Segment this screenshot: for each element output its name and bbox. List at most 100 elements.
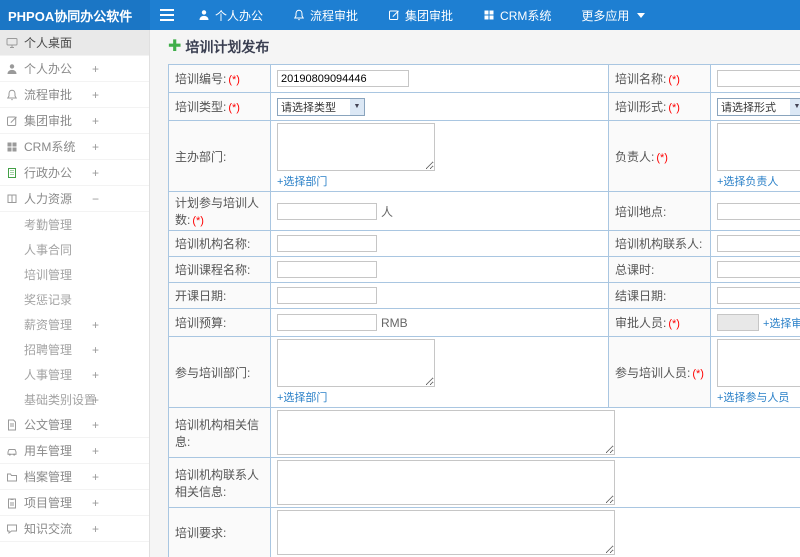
org-name-input[interactable] — [277, 235, 377, 252]
participating-members-textarea[interactable] — [717, 339, 800, 387]
sidebar-item-vehicle-management[interactable]: 用车管理 + — [0, 438, 149, 464]
topnav-more-apps[interactable]: 更多应用 — [581, 7, 646, 24]
select-department-link[interactable]: +选择部门 — [277, 392, 327, 404]
page-title-text: 培训计划发布 — [185, 39, 270, 55]
expand-plus-icon[interactable]: + — [92, 114, 99, 128]
sidebar-subitem-base-category[interactable]: 基础类别设置 + — [0, 387, 149, 412]
budget-input[interactable] — [277, 314, 377, 331]
topnav-process-approval[interactable]: 流程审批 — [293, 7, 358, 24]
form-row: 培训机构相关信息: — [168, 407, 800, 458]
expand-plus-icon[interactable]: + — [92, 418, 99, 432]
sidebar-subitem-recruitment[interactable]: 招聘管理 + — [0, 337, 149, 362]
form-row: 培训预算: RMB 审批人员:(*) +选择审批人员 — [168, 308, 800, 337]
sidebar-item-knowledge-exchange[interactable]: 知识交流 + — [0, 516, 149, 542]
sidebar-item-label: 培训管理 — [24, 268, 73, 282]
field-label: 培训形式: — [615, 100, 667, 114]
field-label: 审批人员: — [615, 316, 667, 330]
hamburger-menu-icon[interactable] — [150, 0, 184, 30]
total-hours-input[interactable] — [717, 261, 800, 278]
sidebar-subitem-training-management[interactable]: 培训管理 — [0, 262, 149, 287]
expand-plus-icon[interactable]: + — [92, 88, 99, 102]
field-cell — [270, 282, 609, 309]
label-cell: 培训编号: (*) — [168, 64, 271, 93]
collapse-minus-icon[interactable]: − — [92, 192, 99, 206]
topnav-label: 更多应用 — [581, 8, 630, 23]
select-leader-link[interactable]: +选择负责人 — [717, 176, 778, 188]
training-form-select[interactable]: 请选择形式 ▼ — [717, 97, 800, 116]
participant-count-input[interactable] — [277, 202, 377, 220]
sidebar-item-crm-system[interactable]: CRM系统 + — [0, 134, 149, 160]
approver-input[interactable] — [717, 314, 759, 331]
document-icon — [6, 419, 18, 431]
sidebar-item-label: 人事合同 — [24, 243, 73, 257]
training-type-select[interactable]: 请选择类型 ▼ — [277, 97, 365, 116]
host-department-textarea[interactable] — [277, 123, 435, 171]
sidebar-item-archive-management[interactable]: 档案管理 + — [0, 464, 149, 490]
field-cell: +选择负责人 — [710, 120, 800, 192]
label-cell: 培训课程名称: — [168, 256, 271, 283]
expand-plus-icon[interactable]: + — [92, 318, 99, 332]
org-info-textarea[interactable] — [277, 410, 615, 455]
form-row: 培训机构名称: 培训机构联系人: — [168, 230, 800, 257]
expand-plus-icon[interactable]: + — [92, 522, 99, 536]
sidebar-item-document-management[interactable]: 公文管理 + — [0, 412, 149, 438]
topnav-personal-office[interactable]: 个人办公 — [198, 7, 263, 24]
sidebar-subitem-reward-punishment[interactable]: 奖惩记录 — [0, 287, 149, 312]
sidebar-subitem-hr-contract[interactable]: 人事合同 — [0, 237, 149, 262]
sidebar-item-process-approval[interactable]: 流程审批 + — [0, 82, 149, 108]
expand-plus-icon[interactable]: + — [92, 368, 99, 382]
form-row: 主办部门: +选择部门 负责人: (*) +选择负责人 — [168, 120, 800, 192]
label-cell: 培训名称: (*) — [608, 64, 711, 93]
course-name-input[interactable] — [277, 261, 377, 278]
field-label: 参与培训部门: — [175, 365, 251, 380]
training-name-input[interactable] — [717, 70, 800, 87]
select-approver-link[interactable]: +选择审批人员 — [763, 315, 800, 331]
sidebar-subitem-salary-management[interactable]: 薪资管理 + — [0, 312, 149, 337]
sidebar-item-desktop[interactable]: 个人桌面 — [0, 30, 149, 56]
sidebar-item-project-management[interactable]: 项目管理 + — [0, 490, 149, 516]
required-mark: (*) — [228, 102, 240, 114]
field-cell — [710, 256, 800, 283]
edit-icon — [388, 9, 400, 21]
expand-plus-icon[interactable]: + — [92, 343, 99, 357]
sidebar-subitem-personnel[interactable]: 人事管理 + — [0, 362, 149, 387]
org-contact-input[interactable] — [717, 235, 800, 252]
expand-plus-icon[interactable]: + — [92, 62, 99, 76]
expand-plus-icon[interactable]: + — [92, 496, 99, 510]
sidebar-item-label: 考勤管理 — [24, 218, 73, 232]
expand-plus-icon[interactable]: + — [92, 444, 99, 458]
select-value: 请选择类型 — [281, 101, 336, 114]
form-row: 开课日期: 结课日期: — [168, 282, 800, 309]
sidebar-item-human-resources[interactable]: 人力资源 − — [0, 186, 149, 212]
sidebar-subitem-attendance[interactable]: 考勤管理 — [0, 212, 149, 237]
field-label: 培训机构相关信息: — [175, 417, 260, 449]
currency-label: RMB — [381, 315, 408, 330]
expand-plus-icon[interactable]: + — [92, 140, 99, 154]
folder-icon — [6, 471, 18, 483]
select-department-link[interactable]: +选择部门 — [277, 176, 327, 188]
topbar: PHPOA协同办公软件 个人办公 流程审批 集团审批 CRM系统 更多应用 — [0, 0, 800, 30]
end-date-input[interactable] — [717, 287, 800, 304]
field-label: 参与培训人员: — [615, 365, 691, 380]
expand-plus-icon[interactable]: + — [92, 393, 99, 407]
field-cell: 请选择类型 ▼ — [270, 92, 609, 121]
sidebar-item-personal-office[interactable]: 个人办公 + — [0, 56, 149, 82]
sidebar-item-group-approval[interactable]: 集团审批 + — [0, 108, 149, 134]
org-contact-info-textarea[interactable] — [277, 460, 615, 505]
training-location-input[interactable] — [717, 202, 800, 220]
participating-departments-textarea[interactable] — [277, 339, 435, 387]
topnav-group-approval[interactable]: 集团审批 — [388, 7, 453, 24]
topnav-crm-system[interactable]: CRM系统 — [483, 7, 551, 24]
sidebar-item-admin-office[interactable]: 行政办公 + — [0, 160, 149, 186]
select-members-link[interactable]: +选择参与人员 — [717, 392, 789, 404]
field-cell — [270, 230, 609, 257]
field-label: 培训机构联系人相关信息: — [175, 467, 260, 499]
training-number-input[interactable] — [277, 70, 409, 87]
start-date-input[interactable] — [277, 287, 377, 304]
field-cell — [710, 230, 800, 257]
expand-plus-icon[interactable]: + — [92, 166, 99, 180]
leader-textarea[interactable] — [717, 123, 800, 171]
field-cell: +选择参与人员 — [710, 336, 800, 408]
expand-plus-icon[interactable]: + — [92, 470, 99, 484]
training-requirements-textarea[interactable] — [277, 510, 615, 555]
